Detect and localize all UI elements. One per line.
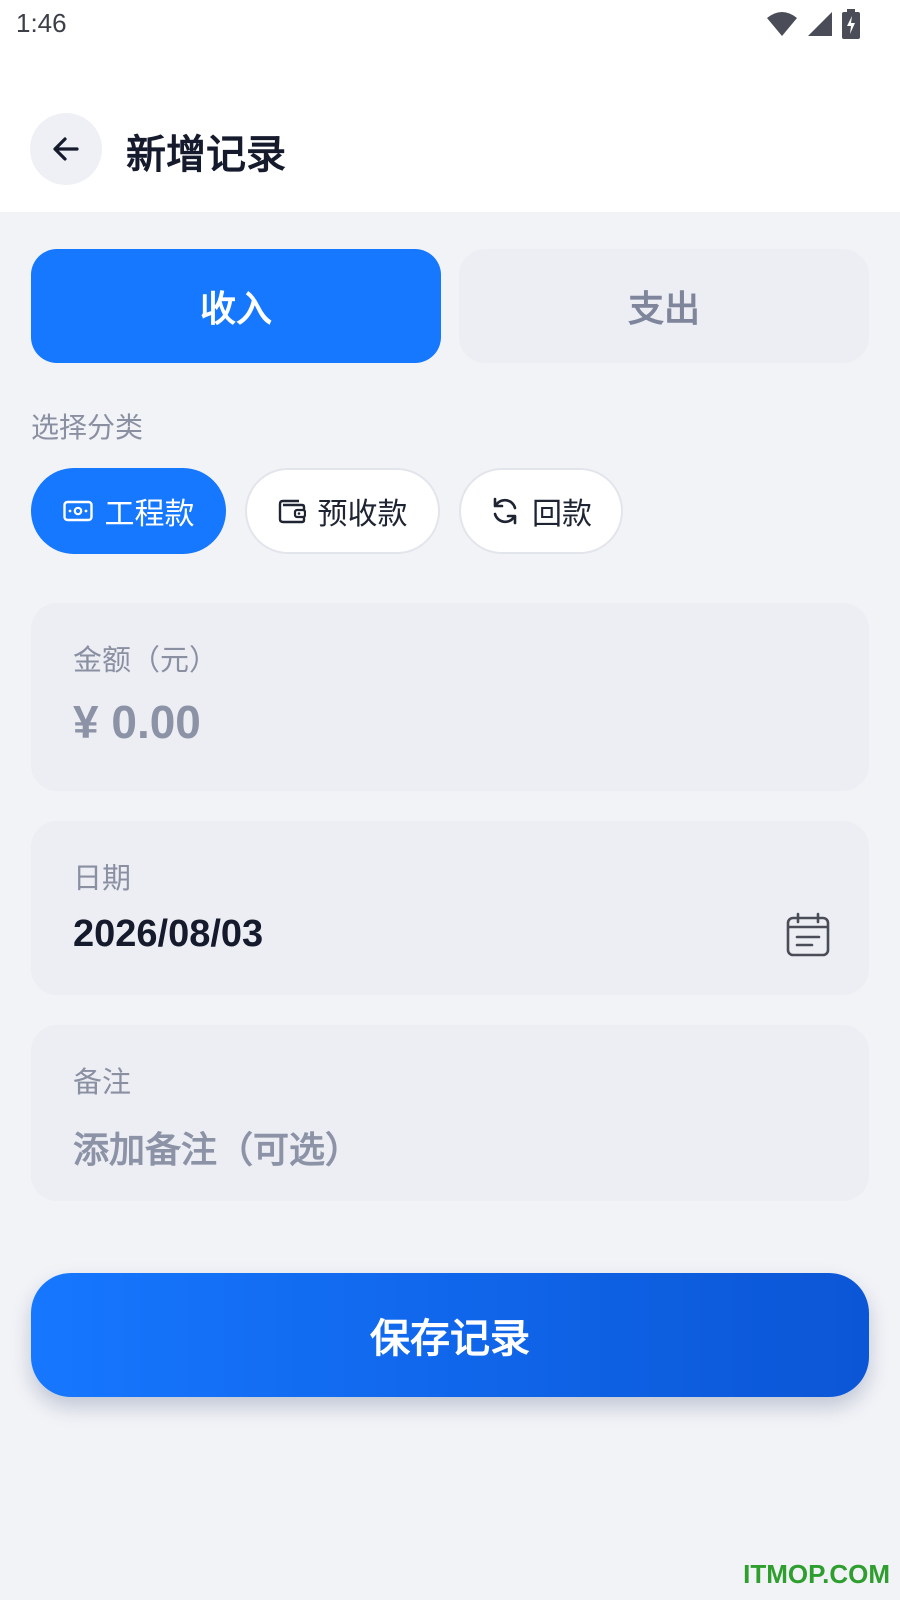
save-button[interactable]: 保存记录 [31, 1273, 869, 1397]
category-chip-engineering[interactable]: 工程款 [31, 468, 226, 554]
category-chip-prepaid[interactable]: 预收款 [245, 468, 440, 554]
date-value: 2026/08/03 [73, 913, 264, 955]
note-card[interactable]: 备注 添加备注（可选） [31, 1025, 869, 1201]
note-input[interactable]: 添加备注（可选） [73, 1121, 361, 1173]
amount-label: 金额（元） [73, 643, 219, 677]
category-chip-repayment[interactable]: 回款 [459, 468, 623, 554]
wifi-icon [767, 12, 797, 36]
status-time: 1:46 [16, 8, 67, 38]
banknote-icon [62, 500, 93, 522]
tab-expense-label: 支出 [627, 289, 700, 330]
tab-income-label: 收入 [199, 289, 272, 330]
tab-income[interactable]: 收入 [31, 249, 441, 363]
calendar-icon[interactable] [785, 912, 831, 958]
amount-input[interactable]: ¥ 0.00 [73, 695, 201, 749]
app-header: 新增记录 [0, 60, 900, 212]
page-title: 新增记录 [126, 132, 286, 178]
date-card[interactable]: 日期 2026/08/03 [31, 821, 869, 995]
category-chip-label: 回款 [532, 497, 592, 532]
refresh-icon [493, 497, 517, 525]
wallet-icon [278, 499, 306, 524]
note-label: 备注 [73, 1065, 132, 1099]
tab-expense[interactable]: 支出 [459, 249, 869, 363]
amount-card[interactable]: 金额（元） ¥ 0.00 [31, 603, 869, 791]
battery-charging-icon [842, 9, 860, 39]
watermark: ITMOP.COM [743, 1559, 890, 1589]
arrow-left-icon [53, 137, 79, 161]
status-icons [766, 8, 860, 40]
category-section-label: 选择分类 [31, 411, 144, 444]
date-label: 日期 [73, 861, 132, 895]
back-button[interactable] [30, 113, 102, 185]
status-bar: 1:46 [0, 0, 900, 60]
category-chip-label: 工程款 [104, 497, 195, 532]
save-button-label: 保存记录 [370, 1316, 530, 1362]
category-chip-label: 预收款 [317, 497, 408, 532]
signal-icon [808, 12, 832, 36]
